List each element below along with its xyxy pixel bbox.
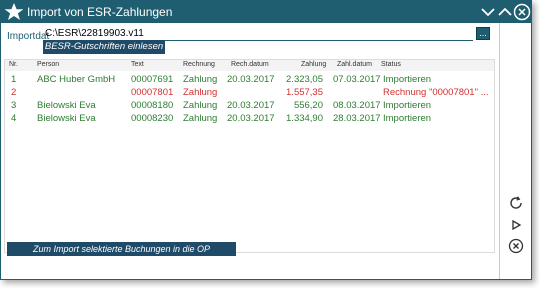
import-window: Import von ESR-Zahlungen Importdat C:\ES… — [0, 0, 532, 280]
close-icon[interactable] — [513, 3, 531, 21]
play-icon[interactable] — [508, 217, 524, 233]
cell-zahl-datum: 08.03.2017 — [333, 100, 381, 111]
cell-rechnung: Zahlung — [183, 87, 218, 98]
cell-nr: 2 — [11, 87, 17, 98]
cell-text: 00007691 — [131, 74, 174, 85]
cell-text: 00007801 — [131, 87, 174, 98]
table-row[interactable]: 4 Bielowski Eva 00008230 Zahlung 20.03.2… — [5, 112, 494, 125]
cell-rechnung: Zahlung — [183, 113, 218, 124]
cell-rech-datum: 20.03.2017 — [227, 74, 275, 85]
cell-person: Bielowski Eva — [37, 113, 96, 124]
cell-zahlung: 1.334,90 — [286, 113, 323, 124]
cell-zahlung: 2.323,05 — [286, 74, 323, 85]
cell-status: Importieren — [383, 113, 432, 124]
table-row[interactable]: 1 ABC Huber GmbH 00007691 Zahlung 20.03.… — [5, 73, 494, 86]
action-panel — [499, 23, 531, 279]
cell-text: 00008230 — [131, 113, 174, 124]
col-rechdatum-header[interactable]: Rech.datum — [231, 61, 269, 68]
chevron-down-icon[interactable] — [479, 3, 497, 21]
cell-zahlung: 1.557,35 — [286, 87, 323, 98]
cell-zahlung: 556,20 — [293, 100, 323, 111]
window-title: Import von ESR-Zahlungen — [27, 5, 173, 19]
main-content: Importdat C:\ESR\22819903.v11 ... BESR-G… — [1, 23, 500, 279]
title-bar: Import von ESR-Zahlungen — [1, 1, 531, 23]
cell-zahl-datum: 28.03.2017 — [333, 113, 381, 124]
col-zahlung-header[interactable]: Zahlung — [301, 61, 326, 68]
col-status-header[interactable]: Status — [381, 61, 401, 68]
col-text-header[interactable]: Text — [131, 61, 144, 68]
apply-to-op-button[interactable]: Zum Import selektierte Buchungen in die … — [7, 242, 236, 268]
cell-rech-datum: 20.03.2017 — [227, 113, 275, 124]
table-header: Nr. Person Text Rechnung Rech.datum Zahl… — [5, 60, 494, 71]
chevron-up-icon[interactable] — [496, 3, 514, 21]
col-nr-header[interactable]: Nr. — [9, 61, 18, 68]
col-zahldatum-header[interactable]: Zahl.datum — [337, 61, 372, 68]
cell-text: 00008180 — [131, 100, 174, 111]
refresh-icon[interactable] — [508, 195, 524, 211]
col-rechnung-header[interactable]: Rechnung — [183, 61, 215, 68]
cell-nr: 1 — [11, 74, 17, 85]
cell-nr: 3 — [11, 100, 17, 111]
cell-status: Importieren — [383, 100, 432, 111]
table-row[interactable]: 2 00007801 Zahlung 1.557,35 Rechnung "00… — [5, 86, 494, 99]
table-row[interactable]: 3 Bielowski Eva 00008180 Zahlung 20.03.2… — [5, 99, 494, 112]
cell-rechnung: Zahlung — [183, 100, 218, 111]
cell-rechnung: Zahlung — [183, 74, 218, 85]
cell-zahl-datum: 07.03.2017 — [333, 74, 381, 85]
cell-rech-datum: 20.03.2017 — [227, 100, 275, 111]
cancel-circle-icon[interactable] — [508, 238, 524, 254]
browse-button[interactable]: ... — [476, 27, 490, 40]
col-person-header[interactable]: Person — [37, 61, 59, 68]
payments-table: Nr. Person Text Rechnung Rech.datum Zahl… — [4, 59, 495, 253]
cell-status: Importieren — [383, 74, 432, 85]
cell-nr: 4 — [11, 113, 17, 124]
star-logo-icon — [4, 3, 24, 20]
cell-person: ABC Huber GmbH — [37, 74, 116, 85]
import-file-field[interactable]: C:\ESR\22819903.v11 — [43, 27, 473, 41]
cell-status: Rechnung "00007801" ... — [383, 87, 489, 98]
cell-person: Bielowski Eva — [37, 100, 96, 111]
read-besr-button[interactable]: BESR-Gutschriften einlesen — [43, 40, 165, 54]
